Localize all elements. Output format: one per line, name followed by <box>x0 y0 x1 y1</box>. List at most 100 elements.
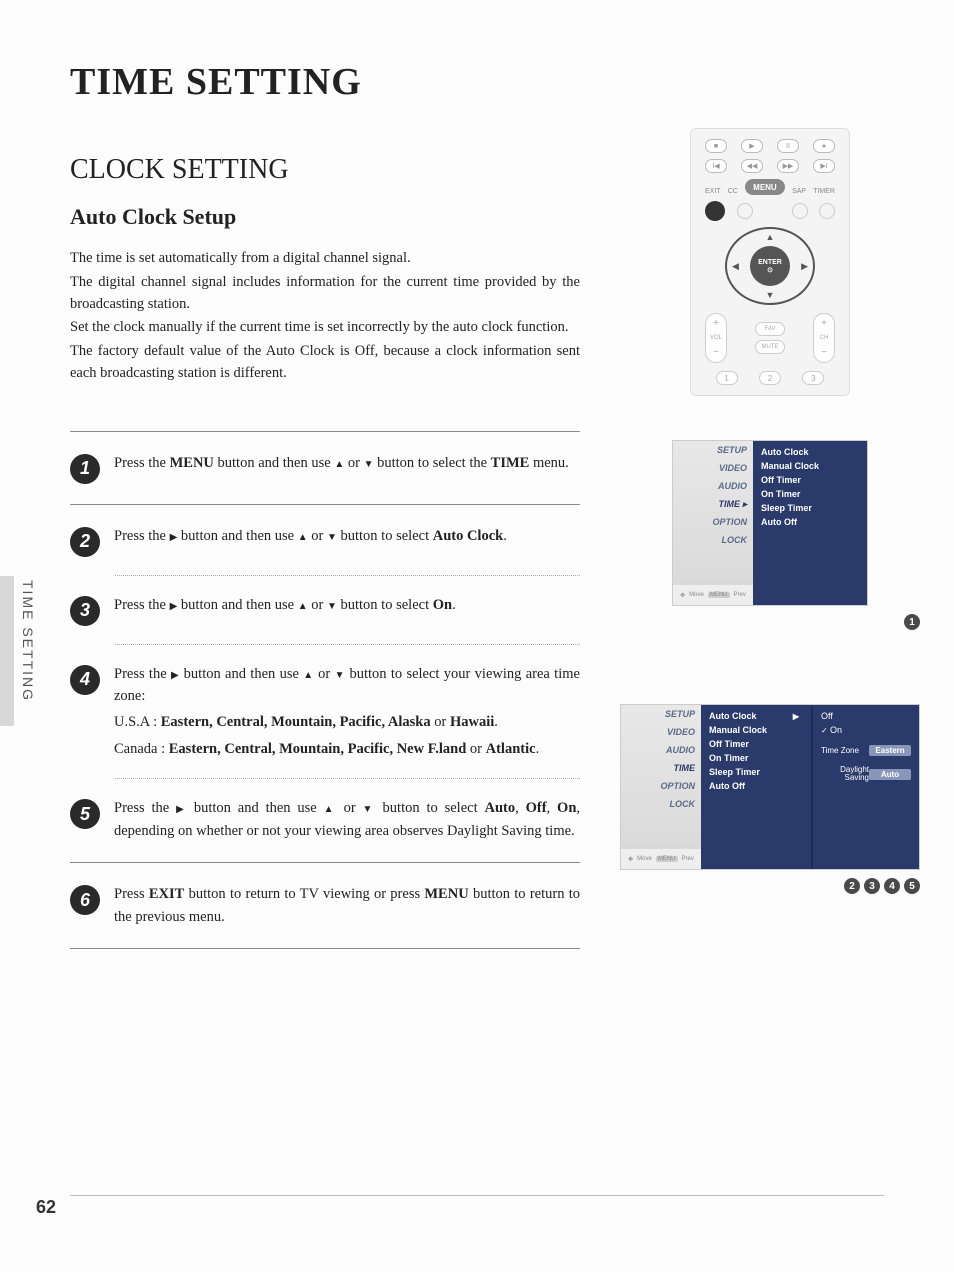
remote-stop-icon: ■ <box>705 139 727 153</box>
t: or <box>308 528 327 544</box>
osd-menu-item-active: Auto Clock▶ <box>709 711 803 721</box>
dotted-divider <box>115 575 580 576</box>
step-text: Press the button and then use or button … <box>114 663 580 761</box>
step-ref-badge: 1 <box>904 614 920 630</box>
osd-sub-panel: Off On Time Zone Eastern Daylight Saving… <box>811 705 919 869</box>
ds-label: Daylight Saving <box>821 766 869 782</box>
osd-right-panel: Auto Clock Manual Clock Off Timer On Tim… <box>753 441 867 605</box>
menu-bold: MENU <box>424 886 468 902</box>
step-badge-6: 6 <box>70 885 100 915</box>
osd-timezone-row: Time Zone Eastern <box>821 745 911 756</box>
side-tab-label: TIME SETTING <box>20 580 36 702</box>
step-3: 3 Press the button and then use or butto… <box>70 594 580 626</box>
right-column: ■ ▶ II ● I◀ ◀◀ ▶▶ ▶I EXIT CC MENU SAP TI… <box>620 154 920 969</box>
remote-play-icon: ▶ <box>741 139 763 153</box>
side-tab-bar <box>0 576 14 726</box>
osd-menu-item: On Timer <box>761 489 859 499</box>
enter-dot-icon: ⊙ <box>767 266 773 274</box>
remote-menu-button: MENU <box>745 179 785 195</box>
osd-left-nav: SETUP VIDEO AUDIO TIME OPTION LOCK ✥Move… <box>621 705 701 869</box>
t: or <box>431 714 450 730</box>
osd-menu-item: Auto Off <box>709 781 803 791</box>
section-heading: CLOCK SETTING <box>70 154 580 186</box>
remote-timer-label: TIMER <box>813 188 835 195</box>
osd-footer: ✥Move MENUPrev <box>621 849 701 869</box>
t: button to select <box>337 597 433 613</box>
osd-menu-item: Sleep Timer <box>709 767 803 777</box>
tz-bold: Hawaii <box>450 714 494 730</box>
dpad-right-icon: ▶ <box>801 261 808 272</box>
osd-nav-item: LOCK <box>673 531 753 549</box>
up-arrow-icon <box>334 455 344 471</box>
step-2: 2 Press the button and then use or butto… <box>70 525 580 557</box>
dpad-up-icon: ▲ <box>766 232 775 242</box>
minus-icon: − <box>713 347 719 358</box>
auto-bold: Auto <box>484 800 515 816</box>
page-title: TIME SETTING <box>70 60 884 104</box>
move-icon: ✥ <box>628 856 633 863</box>
down-arrow-icon <box>327 597 337 613</box>
dotted-divider <box>115 778 580 779</box>
dpad-down-icon: ▼ <box>766 290 775 300</box>
remote-sap-button <box>792 203 808 219</box>
intro-line: The time is set automatically from a dig… <box>70 248 580 270</box>
osd-nav-item: AUDIO <box>621 741 701 759</box>
off-bold: Off <box>526 800 547 816</box>
osd-menu-item: Manual Clock <box>761 461 859 471</box>
tz-value: Eastern <box>869 745 911 756</box>
t: button to select the <box>373 455 490 471</box>
step-badge-4: 4 <box>70 665 100 695</box>
t: button and then use <box>187 800 324 816</box>
divider <box>70 862 580 863</box>
osd-nav-item-active: TIME <box>621 759 701 777</box>
remote-prev-icon: I◀ <box>705 159 727 173</box>
t: Auto Clock <box>709 711 757 721</box>
osd-nav-item: AUDIO <box>673 477 753 495</box>
osd-mid-panel: Auto Clock▶ Manual Clock Off Timer On Ti… <box>701 705 811 869</box>
step-4: 4 Press the button and then use or butto… <box>70 663 580 761</box>
content-row: CLOCK SETTING Auto Clock Setup The time … <box>70 154 884 969</box>
remote-vol-rocker: + VOL − <box>705 313 727 363</box>
t: Press the <box>114 455 170 471</box>
remote-ch-rocker: + CH − <box>813 313 835 363</box>
osd-menu-item: Manual Clock <box>709 725 803 735</box>
t: Press the <box>114 528 170 544</box>
osd-menu-2: SETUP VIDEO AUDIO TIME OPTION LOCK ✥Move… <box>620 704 920 870</box>
osd-menu-1: SETUP VIDEO AUDIO TIME ▸ OPTION LOCK ✥Mo… <box>672 440 868 606</box>
tz-bold: Eastern, Central, Mountain, Pacific, New… <box>169 741 467 757</box>
time-bold: TIME <box>491 455 530 471</box>
remote-fav-button: FAV <box>755 322 785 336</box>
osd-menu-item: Sleep Timer <box>761 503 859 513</box>
step-1: 1 Press the MENU button and then use or … <box>70 452 580 484</box>
osd-nav-item: SETUP <box>673 441 753 459</box>
remote-exit-label: EXIT <box>705 188 721 195</box>
step-6: 6 Press EXIT button to return to TV view… <box>70 883 580 928</box>
t: Press the <box>114 597 170 613</box>
t: Canada : <box>114 741 169 757</box>
osd-menu-item: On Timer <box>709 753 803 763</box>
intro-line: The factory default value of the Auto Cl… <box>70 341 580 385</box>
t: button to select <box>337 528 433 544</box>
osd-nav-item: SETUP <box>621 705 701 723</box>
remote-enter-button: ENTER ⊙ <box>750 246 790 286</box>
osd-nav-item: OPTION <box>621 777 701 795</box>
step-5: 5 Press the button and then use or butto… <box>70 797 580 842</box>
tz-label: Time Zone <box>821 746 859 755</box>
ds-value: Auto <box>869 769 911 780</box>
exit-bold: EXIT <box>149 886 184 902</box>
up-arrow-icon <box>303 666 314 682</box>
divider <box>70 504 580 505</box>
remote-mute-button: MUTE <box>755 340 785 354</box>
t: button and then use <box>179 666 303 682</box>
t: . <box>452 597 456 613</box>
up-arrow-icon <box>324 800 337 816</box>
move-icon: ✥ <box>680 592 685 599</box>
remote-timer-button <box>819 203 835 219</box>
dpad-left-icon: ◀ <box>732 261 739 272</box>
remote-illustration: ■ ▶ II ● I◀ ◀◀ ▶▶ ▶I EXIT CC MENU SAP TI… <box>690 128 850 396</box>
t: button to select <box>376 800 485 816</box>
osd1-step-ref: 1 <box>904 614 920 630</box>
step-text: Press EXIT button to return to TV viewin… <box>114 883 580 928</box>
osd-left-nav: SETUP VIDEO AUDIO TIME ▸ OPTION LOCK ✥Mo… <box>673 441 753 605</box>
divider <box>70 431 580 432</box>
